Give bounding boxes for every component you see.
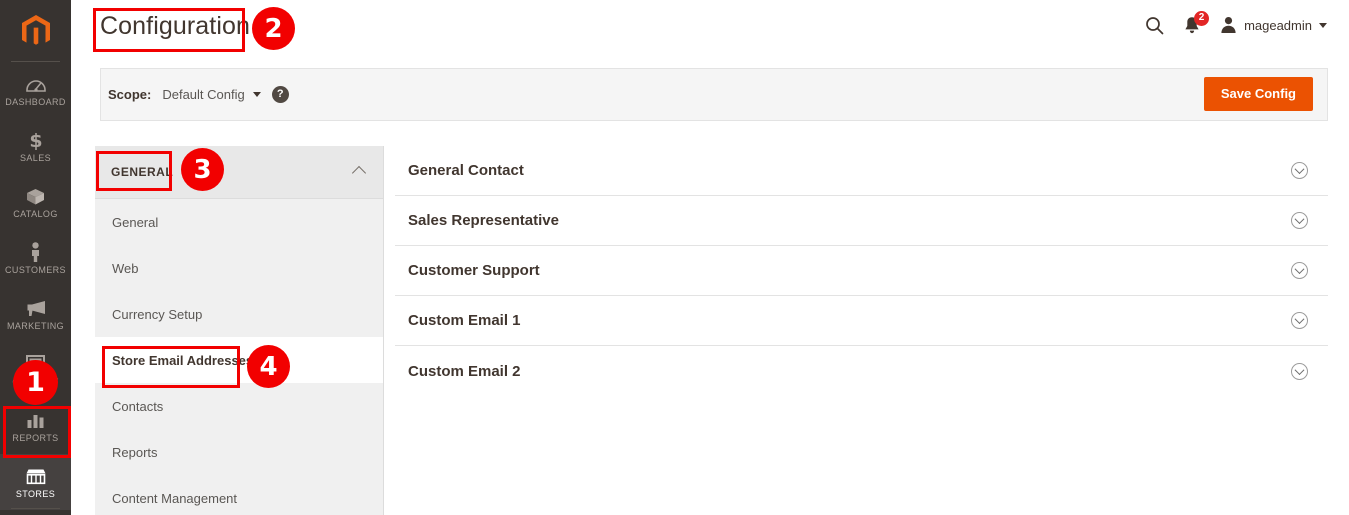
section-custom-email-2[interactable]: Custom Email 2 <box>395 346 1328 396</box>
section-title: Custom Email 2 <box>408 362 521 380</box>
config-item-currency-setup[interactable]: Currency Setup <box>95 291 383 337</box>
save-config-button[interactable]: Save Config <box>1203 77 1313 111</box>
config-item-label: Content Management <box>112 490 238 506</box>
scope-label: Scope: <box>108 87 152 102</box>
sidebar-item-stores[interactable]: STORES <box>0 454 71 510</box>
notification-count-badge: 2 <box>1194 10 1210 26</box>
sidebar-item-content[interactable]: CONTENT <box>0 342 71 398</box>
sidebar-item-label: MARKETING <box>6 321 65 331</box>
config-item-label: Currency Setup <box>112 306 203 322</box>
page-title: Configuration <box>100 12 251 40</box>
sidebar-item-catalog[interactable]: CATALOG <box>0 174 71 230</box>
section-sales-representative[interactable]: Sales Representative <box>395 196 1328 246</box>
sidebar-item-system[interactable]: SYSTEM <box>0 510 71 515</box>
config-item-web[interactable]: Web <box>95 245 383 291</box>
svg-text:$: $ <box>29 130 42 150</box>
reports-chart-icon <box>26 409 45 431</box>
chevron-down-circle-icon[interactable] <box>1291 212 1308 229</box>
search-icon <box>1146 16 1164 34</box>
chevron-down-circle-icon[interactable] <box>1291 162 1308 179</box>
chevron-down-circle-icon[interactable] <box>1291 262 1308 279</box>
configuration-sections: General Contact Sales Representative Cus… <box>395 146 1328 515</box>
customers-person-icon <box>29 241 42 263</box>
chevron-down-icon <box>252 92 261 97</box>
sidebar-item-customers[interactable]: CUSTOMERS <box>0 230 71 286</box>
admin-sidebar: DASHBOARD $ SALES CATALOG CUSTOMERS MARK… <box>0 0 71 515</box>
config-item-contacts[interactable]: Contacts <box>95 383 383 429</box>
section-title: Customer Support <box>408 262 540 279</box>
config-item-label: General <box>112 214 159 230</box>
scope-controls: Scope: Default Config ? <box>108 69 289 120</box>
user-name-label: mageadmin <box>1244 17 1312 33</box>
config-item-content-management[interactable]: Content Management <box>95 475 383 515</box>
header-actions: 2 mageadmin <box>1145 10 1327 40</box>
scope-select[interactable]: Default Config <box>162 87 261 102</box>
chevron-down-circle-icon[interactable] <box>1291 312 1308 329</box>
marketing-megaphone-icon <box>25 297 47 319</box>
section-custom-email-1[interactable]: Custom Email 1 <box>395 296 1328 346</box>
user-menu[interactable]: mageadmin <box>1220 16 1327 34</box>
sidebar-item-label: DASHBOARD <box>5 97 66 107</box>
section-title: General Contact <box>408 162 524 179</box>
config-item-general[interactable]: General <box>95 199 383 245</box>
dashboard-icon <box>25 73 46 95</box>
section-title: Sales Representative <box>408 212 559 229</box>
config-item-store-email-addresses[interactable]: Store Email Addresses <box>95 337 383 383</box>
configuration-nav-panel: GENERAL General Web Currency Setup Store… <box>95 146 384 515</box>
sidebar-item-label: CUSTOMERS <box>5 265 66 275</box>
sidebar-bottom-divider <box>11 508 60 509</box>
sidebar-item-label: CATALOG <box>13 209 58 219</box>
chevron-down-icon <box>1319 22 1327 28</box>
search-button[interactable] <box>1145 16 1164 35</box>
sidebar-item-reports[interactable]: REPORTS <box>0 398 71 454</box>
config-item-reports[interactable]: Reports <box>95 429 383 475</box>
page-header: Configuration 2 mageadmin <box>71 0 1349 62</box>
sidebar-item-dashboard[interactable]: DASHBOARD <box>0 62 71 118</box>
config-item-label: Web <box>112 260 139 276</box>
section-title: Custom Email 1 <box>408 312 521 329</box>
config-item-label: Contacts <box>112 398 164 414</box>
config-item-label: Store Email Addresses <box>112 352 254 368</box>
catalog-box-icon <box>25 185 46 207</box>
magento-logo-icon <box>21 14 50 45</box>
content-layout-icon <box>26 353 45 375</box>
sidebar-item-label: REPORTS <box>12 433 59 443</box>
chevron-up-icon <box>351 165 367 181</box>
user-avatar-icon <box>1221 17 1236 33</box>
config-section-title: GENERAL <box>111 165 174 179</box>
sidebar-item-label: SALES <box>19 153 52 163</box>
scope-bar: Scope: Default Config ? Save Config <box>100 68 1328 121</box>
sidebar-item-label: CONTENT <box>12 377 59 387</box>
section-general-contact[interactable]: General Contact <box>395 146 1328 196</box>
section-customer-support[interactable]: Customer Support <box>395 246 1328 296</box>
notifications-button[interactable]: 2 <box>1183 10 1210 35</box>
sidebar-item-marketing[interactable]: MARKETING <box>0 286 71 342</box>
sales-dollar-icon: $ <box>29 129 43 151</box>
sidebar-item-label: STORES <box>15 489 56 499</box>
config-section-general-header[interactable]: GENERAL <box>95 146 383 199</box>
magento-admin-configuration-screen: DASHBOARD $ SALES CATALOG CUSTOMERS MARK… <box>0 0 1349 515</box>
chevron-down-circle-icon[interactable] <box>1291 362 1308 380</box>
scope-selected-value: Default Config <box>162 87 245 102</box>
config-item-label: Reports <box>112 444 158 460</box>
help-icon[interactable]: ? <box>271 86 289 103</box>
stores-awning-icon <box>25 465 47 487</box>
magento-logo[interactable] <box>0 0 71 62</box>
sidebar-item-sales[interactable]: $ SALES <box>0 118 71 174</box>
